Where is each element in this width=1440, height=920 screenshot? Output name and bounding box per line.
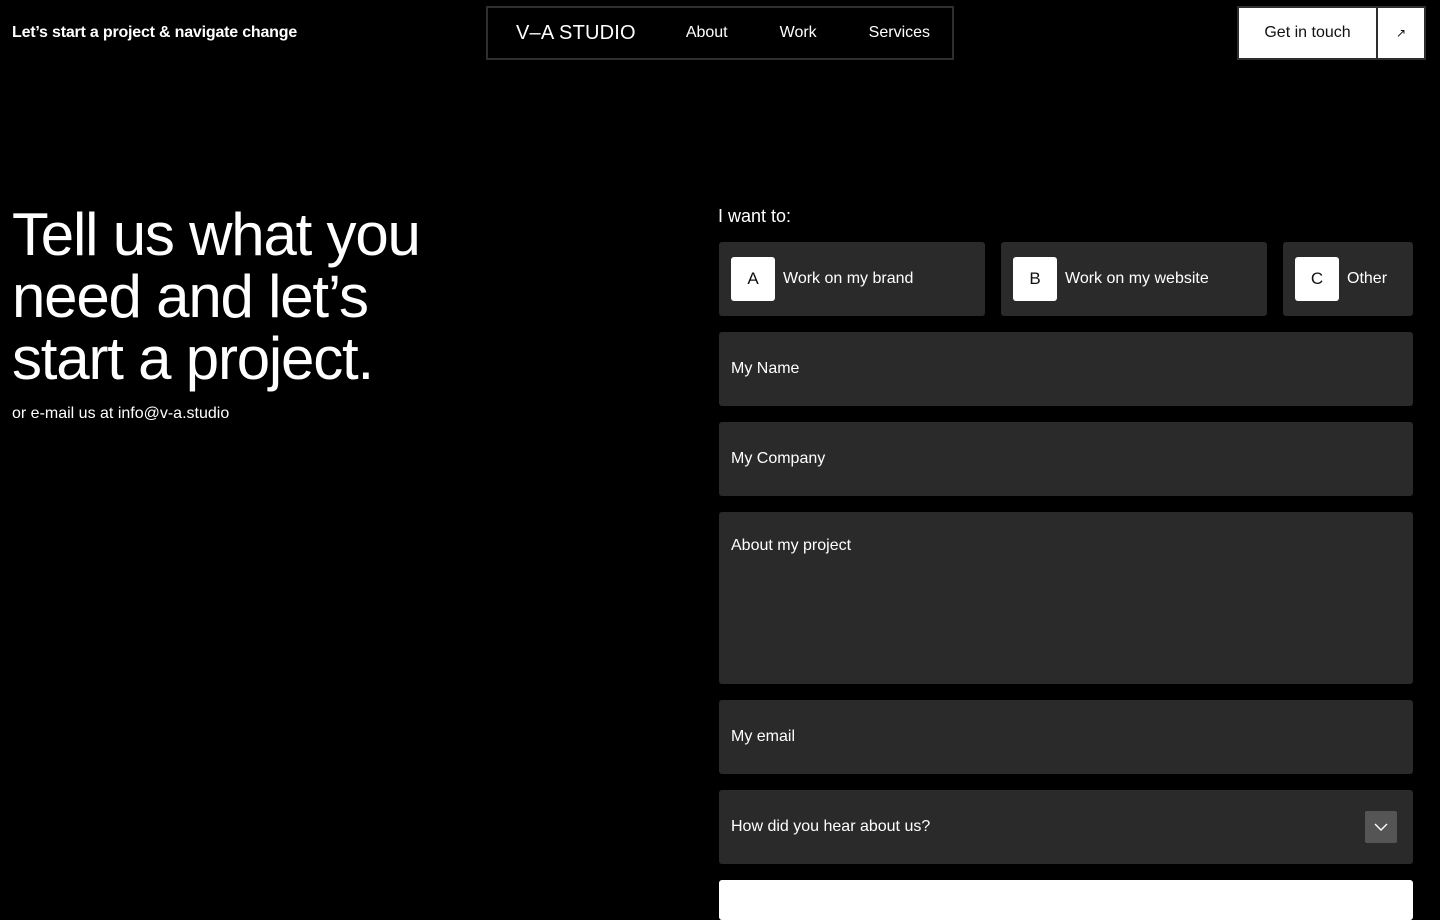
- option-work-on-brand[interactable]: A Work on my brand: [719, 242, 985, 316]
- option-other[interactable]: C Other: [1283, 242, 1413, 316]
- page-title: Tell us what you need and let’s start a …: [12, 204, 572, 390]
- option-label: Other: [1347, 270, 1388, 287]
- option-key: B: [1013, 257, 1057, 301]
- option-work-on-website[interactable]: B Work on my website: [1001, 242, 1267, 316]
- arrow-up-right-icon: ↗: [1376, 8, 1424, 58]
- get-in-touch-label: Get in touch: [1264, 24, 1351, 41]
- company-placeholder: My Company: [731, 450, 826, 467]
- referral-source-select[interactable]: How did you hear about us?: [719, 790, 1413, 864]
- get-in-touch-button[interactable]: Get in touch ↗: [1237, 6, 1426, 60]
- logo[interactable]: V–A STUDIO: [516, 22, 636, 45]
- main-nav: V–A STUDIO About Work Services: [486, 6, 954, 60]
- nav-link-about[interactable]: About: [686, 24, 728, 42]
- page-title-line: Tell us what you: [12, 201, 421, 268]
- name-placeholder: My Name: [731, 360, 800, 377]
- page-title-line: need and let’s: [12, 263, 369, 330]
- header-tagline: Let’s start a project & navigate change: [12, 24, 298, 41]
- contact-email-text[interactable]: or e-mail us at info@v-a.studio: [12, 405, 229, 423]
- chevron-down-icon[interactable]: [1365, 811, 1397, 843]
- nav-link-work[interactable]: Work: [780, 24, 817, 42]
- option-key: A: [731, 257, 775, 301]
- project-placeholder: About my project: [731, 537, 852, 554]
- option-key: C: [1295, 257, 1339, 301]
- company-input[interactable]: My Company: [719, 422, 1413, 496]
- submit-button[interactable]: [719, 880, 1413, 920]
- intent-label: I want to:: [718, 206, 792, 226]
- email-placeholder: My email: [731, 728, 796, 745]
- option-label: Work on my website: [1065, 270, 1209, 287]
- option-label: Work on my brand: [783, 270, 914, 287]
- referral-source-placeholder: How did you hear about us?: [731, 818, 931, 835]
- email-input[interactable]: My email: [719, 700, 1413, 774]
- page-title-line: start a project.: [12, 325, 374, 392]
- nav-link-services[interactable]: Services: [869, 24, 930, 42]
- project-textarea[interactable]: About my project: [719, 512, 1413, 684]
- name-input[interactable]: My Name: [719, 332, 1413, 406]
